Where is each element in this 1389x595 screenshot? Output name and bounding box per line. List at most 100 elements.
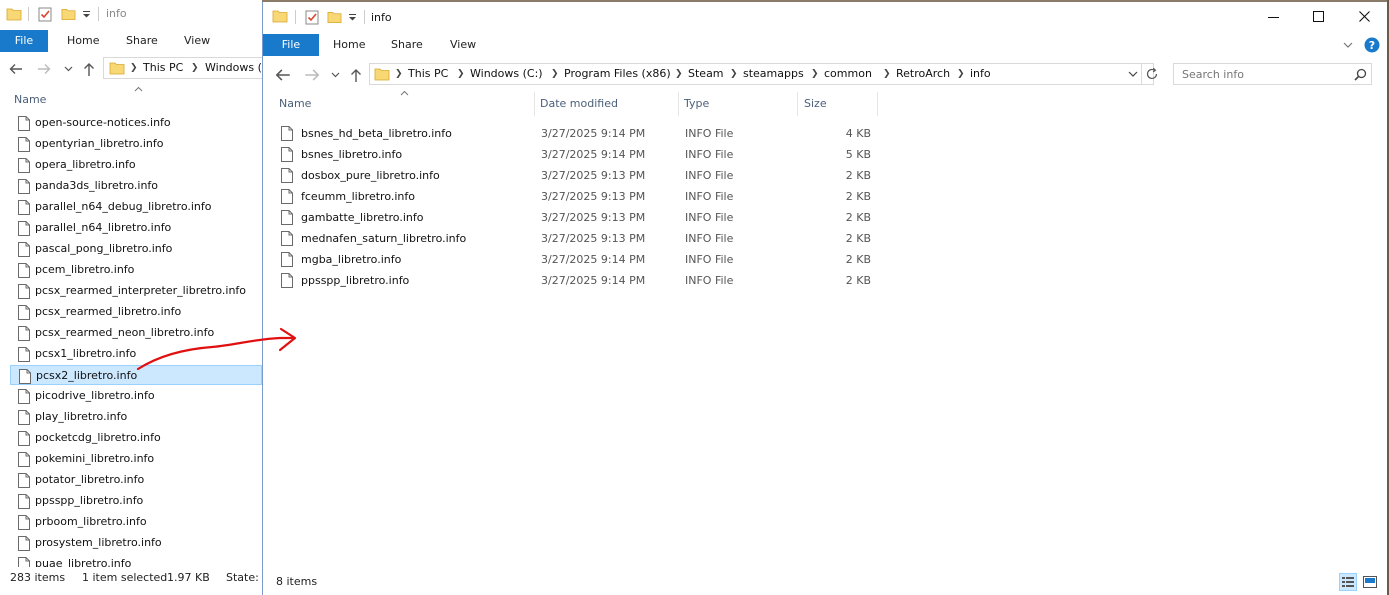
properties-icon[interactable]: [305, 9, 320, 25]
column-name[interactable]: Name: [14, 88, 46, 112]
list-item[interactable]: pcsx_rearmed_neon_libretro.info: [10, 323, 262, 343]
tab-file[interactable]: File: [0, 30, 48, 52]
column-divider[interactable]: [877, 92, 878, 116]
address-dropdown-icon[interactable]: [1128, 71, 1138, 77]
list-item[interactable]: open-source-notices.info: [10, 113, 262, 133]
list-item[interactable]: panda3ds_libretro.info: [10, 176, 262, 196]
forward-arrow-icon[interactable]: [303, 66, 321, 84]
details-view-icon: [1342, 577, 1354, 587]
forward-arrow-icon[interactable]: [36, 62, 52, 76]
breadcrumb-program-files-x86[interactable]: Program Files (x86): [564, 64, 671, 84]
list-item[interactable]: play_libretro.info: [10, 407, 262, 427]
table-row[interactable]: bsnes_libretro.info 3/27/2025 9:14 PM INFO…: [279, 144, 879, 165]
column-name[interactable]: Name: [279, 92, 311, 116]
list-item[interactable]: prosystem_libretro.info: [10, 533, 262, 553]
back-arrow-icon[interactable]: [274, 66, 292, 84]
breadcrumb-windows-c[interactable]: Windows (C:): [470, 64, 543, 84]
tab-share[interactable]: Share: [126, 30, 158, 52]
breadcrumb-windows[interactable]: Windows (: [205, 58, 262, 78]
file-name: opera_libretro.info: [35, 158, 136, 171]
tab-file[interactable]: File: [263, 34, 319, 56]
tab-view[interactable]: View: [450, 34, 476, 56]
list-item[interactable]: potator_libretro.info: [10, 470, 262, 490]
table-row[interactable]: ppsspp_libretro.info 3/27/2025 9:14 PM INF…: [279, 270, 879, 291]
file-date-modified: 3/27/2025 9:13 PM: [541, 232, 646, 245]
list-item[interactable]: pcem_libretro.info: [10, 260, 262, 280]
search-icon[interactable]: [1354, 68, 1367, 81]
tab-home[interactable]: Home: [333, 34, 365, 56]
column-type[interactable]: Type: [684, 92, 709, 116]
column-date-modified[interactable]: Date modified: [540, 92, 618, 116]
list-item[interactable]: opentyrian_libretro.info: [10, 134, 262, 154]
breadcrumb-this-pc[interactable]: This PC: [408, 64, 448, 84]
breadcrumb-this-pc[interactable]: This PC: [143, 58, 183, 78]
breadcrumb-info[interactable]: info: [970, 64, 991, 84]
address-bar[interactable]: ❯ This PC ❯ Windows (: [103, 57, 262, 79]
file-name: parallel_n64_libretro.info: [35, 221, 172, 234]
quick-access-dropdown-icon[interactable]: [348, 14, 357, 21]
list-item[interactable]: pcsx_rearmed_interpreter_libretro.info: [10, 281, 262, 301]
list-item[interactable]: parallel_n64_debug_libretro.info: [10, 197, 262, 217]
list-item[interactable]: prboom_libretro.info: [10, 512, 262, 532]
recent-locations-icon[interactable]: [64, 66, 73, 72]
list-item[interactable]: pcsx1_libretro.info: [10, 344, 262, 364]
file-type: INFO File: [685, 211, 734, 224]
column-divider[interactable]: [678, 92, 679, 116]
help-icon[interactable]: ?: [1364, 37, 1380, 53]
file-name: bsnes_hd_beta_libretro.info: [301, 127, 452, 140]
list-item[interactable]: pcsx_rearmed_libretro.info: [10, 302, 262, 322]
list-item[interactable]: pcsx2_libretro.info: [10, 365, 262, 385]
large-icons-view-button[interactable]: [1361, 573, 1379, 591]
minimize-button[interactable]: [1250, 2, 1296, 32]
column-divider[interactable]: [534, 92, 535, 116]
breadcrumb-common[interactable]: common: [824, 64, 872, 84]
list-item[interactable]: ppsspp_libretro.info: [10, 491, 262, 511]
table-row[interactable]: fceumm_libretro.info 3/27/2025 9:13 PM INF…: [279, 186, 879, 207]
table-row[interactable]: gambatte_libretro.info 3/27/2025 9:13 PM I…: [279, 207, 879, 228]
refresh-icon[interactable]: [1145, 67, 1159, 81]
close-button[interactable]: [1342, 2, 1387, 32]
table-row[interactable]: mednafen_saturn_libretro.info 3/27/2025 9…: [279, 228, 879, 249]
list-item[interactable]: opera_libretro.info: [10, 155, 262, 175]
column-size[interactable]: Size: [804, 92, 827, 116]
table-row[interactable]: dosbox_pure_libretro.info 3/27/2025 9:13 …: [279, 165, 879, 186]
tab-share[interactable]: Share: [391, 34, 423, 56]
breadcrumb-steamapps[interactable]: steamapps: [743, 64, 804, 84]
maximize-button[interactable]: [1296, 2, 1342, 32]
search-box[interactable]: [1173, 63, 1372, 85]
list-item[interactable]: picodrive_libretro.info: [10, 386, 262, 406]
up-arrow-icon[interactable]: [349, 67, 363, 83]
tab-view[interactable]: View: [184, 30, 210, 52]
table-row[interactable]: mgba_libretro.info 3/27/2025 9:14 PM INFO …: [279, 249, 879, 270]
new-folder-icon[interactable]: [327, 10, 342, 24]
file-size: 2 KB: [845, 232, 871, 245]
file-name: mgba_libretro.info: [301, 253, 402, 266]
back-arrow-icon[interactable]: [8, 62, 24, 76]
expand-ribbon-icon[interactable]: [1343, 42, 1353, 48]
file-icon: [18, 431, 30, 446]
list-item[interactable]: pocketcdg_libretro.info: [10, 428, 262, 448]
minimize-icon: [1268, 17, 1279, 18]
details-view-button[interactable]: [1339, 573, 1357, 591]
item-count: 8 items: [276, 575, 318, 588]
search-input[interactable]: [1174, 64, 1352, 84]
quick-access-dropdown-icon[interactable]: [82, 11, 91, 18]
breadcrumb-retroarch[interactable]: RetroArch: [896, 64, 950, 84]
list-item[interactable]: pascal_pong_libretro.info: [10, 239, 262, 259]
recent-locations-icon[interactable]: [331, 72, 340, 78]
up-arrow-icon[interactable]: [82, 61, 96, 77]
sort-ascending-icon: [134, 86, 143, 92]
folder-icon: [374, 68, 390, 81]
new-folder-icon[interactable]: [61, 7, 76, 21]
address-bar[interactable]: ❯ This PC ❯ Windows (C:) ❯ Program Files…: [369, 63, 1158, 85]
breadcrumb-steam[interactable]: Steam: [688, 64, 724, 84]
list-item[interactable]: parallel_n64_libretro.info: [10, 218, 262, 238]
properties-icon[interactable]: [38, 6, 53, 22]
list-item[interactable]: pokemini_libretro.info: [10, 449, 262, 469]
tab-home[interactable]: Home: [67, 30, 99, 52]
file-size: 2 KB: [845, 253, 871, 266]
column-divider[interactable]: [797, 92, 798, 116]
file-icon: [18, 158, 30, 173]
table-row[interactable]: bsnes_hd_beta_libretro.info 3/27/2025 9:1…: [279, 123, 879, 144]
navigation-bar: ❯ This PC ❯ Windows (C:) ❯ Program Files…: [263, 62, 1387, 88]
